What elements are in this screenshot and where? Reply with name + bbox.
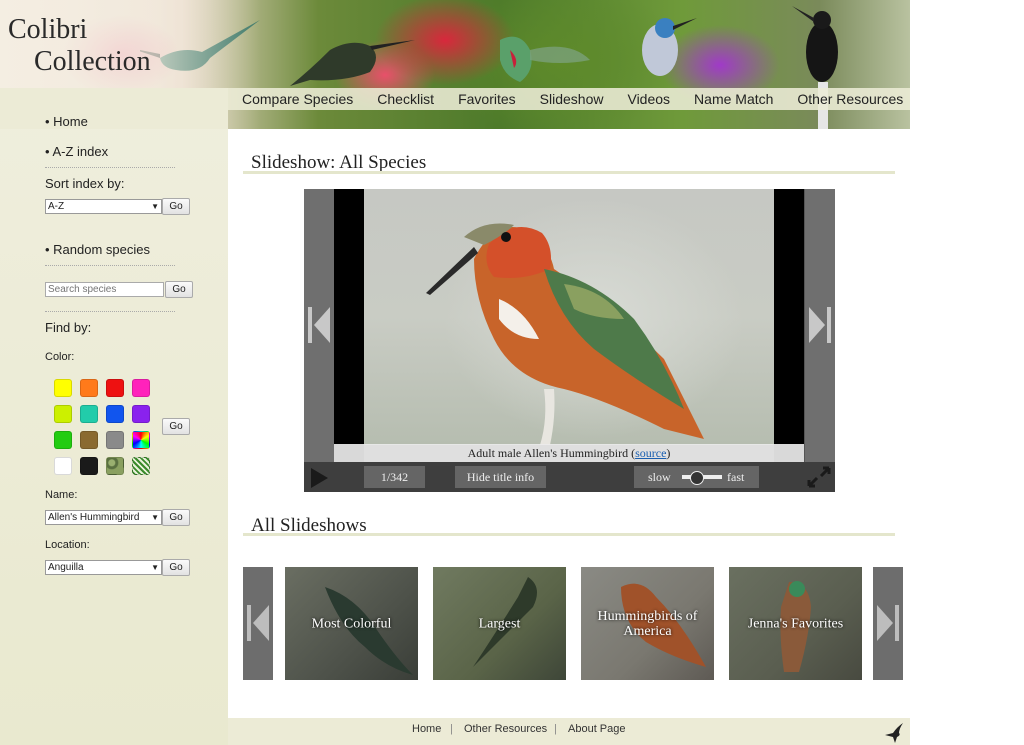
color-swatch[interactable]: [132, 379, 150, 397]
color-swatch[interactable]: [80, 379, 98, 397]
thumb-label: Largest: [478, 616, 521, 631]
search-species-input[interactable]: [45, 282, 164, 297]
color-swatch[interactable]: [80, 431, 98, 449]
letterbox: [334, 189, 364, 462]
hide-title-info-button[interactable]: Hide title info: [455, 466, 546, 488]
caption-text: Adult male Allen's Hummingbird: [467, 446, 629, 460]
footer-about-link[interactable]: About Page: [568, 723, 626, 735]
name-select[interactable]: Allen's Hummingbird ▼: [45, 510, 162, 525]
slideshow-thumb-hummingbirds-of-america[interactable]: Hummingbirds of America: [581, 567, 714, 680]
color-swatch[interactable]: [132, 431, 150, 449]
speed-control: slow fast: [634, 466, 759, 488]
speed-slow-label: slow: [648, 470, 671, 484]
play-icon[interactable]: [310, 468, 328, 488]
divider: [45, 167, 175, 168]
color-swatch[interactable]: [106, 379, 124, 397]
nav-videos[interactable]: Videos: [627, 91, 670, 107]
slideshow-controls: 1/342 Hide title info slow fast: [304, 462, 835, 492]
hummingbird-image: [642, 18, 697, 76]
color-go-button[interactable]: Go: [162, 418, 190, 435]
hummingbird-image: [290, 40, 415, 86]
prev-slide-button[interactable]: [304, 189, 334, 462]
next-arrow-icon: [877, 605, 899, 641]
find-by-label: Find by:: [45, 320, 92, 335]
slideshow-thumb-most-colorful[interactable]: Most Colorful: [285, 567, 418, 680]
heading-underline: [243, 171, 895, 174]
slide-caption: Adult male Allen's Hummingbird (source): [334, 444, 804, 462]
color-swatch[interactable]: [132, 405, 150, 423]
sort-index-label: Sort index by:: [45, 176, 125, 191]
color-swatch[interactable]: [132, 457, 150, 475]
sidebar-home-link[interactable]: • Home: [45, 114, 88, 129]
location-label: Location:: [45, 539, 90, 551]
sidebar-az-index-link[interactable]: • A-Z index: [45, 144, 108, 159]
location-go-button[interactable]: Go: [162, 559, 190, 576]
speed-slider-handle[interactable]: [690, 471, 704, 485]
source-link[interactable]: source: [635, 446, 666, 460]
slideshow-thumb-largest[interactable]: Largest: [433, 567, 566, 680]
next-slide-button[interactable]: [805, 189, 835, 462]
color-swatch[interactable]: [54, 379, 72, 397]
main-nav: Compare Species Checklist Favorites Slid…: [228, 88, 910, 110]
nav-other-resources[interactable]: Other Resources: [797, 91, 903, 107]
color-swatch[interactable]: [54, 457, 72, 475]
divider: [45, 265, 175, 266]
footer-home-link[interactable]: Home: [412, 723, 441, 735]
color-swatch[interactable]: [106, 431, 124, 449]
nav-name-match[interactable]: Name Match: [694, 91, 773, 107]
location-value: Anguilla: [48, 562, 84, 573]
color-swatch[interactable]: [80, 457, 98, 475]
fullscreen-icon[interactable]: [807, 466, 831, 488]
logo-line-1: Colibri: [8, 14, 88, 45]
footer-separator: |: [554, 723, 557, 735]
hummingbird-image: [500, 36, 590, 82]
dropdown-arrow-icon: ▼: [151, 563, 159, 572]
sort-index-select[interactable]: A-Z ▼: [45, 199, 162, 214]
thumb-label: Jenna's Favorites: [747, 616, 844, 631]
dropdown-arrow-icon: ▼: [151, 202, 159, 211]
dropdown-arrow-icon: ▼: [151, 513, 159, 522]
slideshows-prev-button[interactable]: [243, 567, 273, 680]
slide-counter: 1/342: [364, 466, 425, 488]
thumb-label: Hummingbirds of America: [597, 608, 698, 639]
hummingbird-logo-icon: [885, 723, 903, 743]
footer-other-resources-link[interactable]: Other Resources: [464, 723, 547, 735]
color-swatch[interactable]: [106, 405, 124, 423]
thumb-label: Most Colorful: [311, 616, 392, 631]
color-label: Color:: [45, 351, 75, 363]
location-select[interactable]: Anguilla ▼: [45, 560, 162, 575]
slideshow-thumb-jennas-favorites[interactable]: Jenna's Favorites: [729, 567, 862, 680]
nav-compare-species[interactable]: Compare Species: [242, 91, 353, 107]
divider: [45, 311, 175, 312]
sort-go-button[interactable]: Go: [162, 198, 190, 215]
name-label: Name:: [45, 489, 78, 501]
nav-checklist[interactable]: Checklist: [377, 91, 434, 107]
next-arrow-icon: [809, 307, 831, 343]
nav-favorites[interactable]: Favorites: [458, 91, 516, 107]
logo-line-2: Collection: [34, 46, 151, 77]
slide-image: [364, 189, 774, 445]
prev-arrow-icon: [247, 605, 269, 641]
color-swatch[interactable]: [54, 405, 72, 423]
footer: Home | Other Resources | About Page: [228, 718, 910, 745]
hummingbird-photo: [426, 223, 704, 445]
speed-fast-label: fast: [727, 470, 745, 484]
slideshows-next-button[interactable]: [873, 567, 903, 680]
letterbox: [774, 189, 804, 462]
name-go-button[interactable]: Go: [162, 509, 190, 526]
sort-index-value: A-Z: [48, 201, 65, 212]
site-logo[interactable]: Colibri Collection: [8, 14, 151, 78]
heading-underline: [243, 533, 895, 536]
search-go-button[interactable]: Go: [165, 281, 193, 298]
footer-separator: |: [450, 723, 453, 735]
prev-arrow-icon: [308, 307, 330, 343]
sidebar-top: [0, 88, 228, 129]
nav-slideshow[interactable]: Slideshow: [540, 91, 604, 107]
color-swatch[interactable]: [54, 431, 72, 449]
sidebar-random-species-link[interactable]: • Random species: [45, 242, 150, 257]
color-swatch[interactable]: [106, 457, 124, 475]
name-value: Allen's Hummingbird: [48, 512, 140, 523]
color-swatch[interactable]: [80, 405, 98, 423]
